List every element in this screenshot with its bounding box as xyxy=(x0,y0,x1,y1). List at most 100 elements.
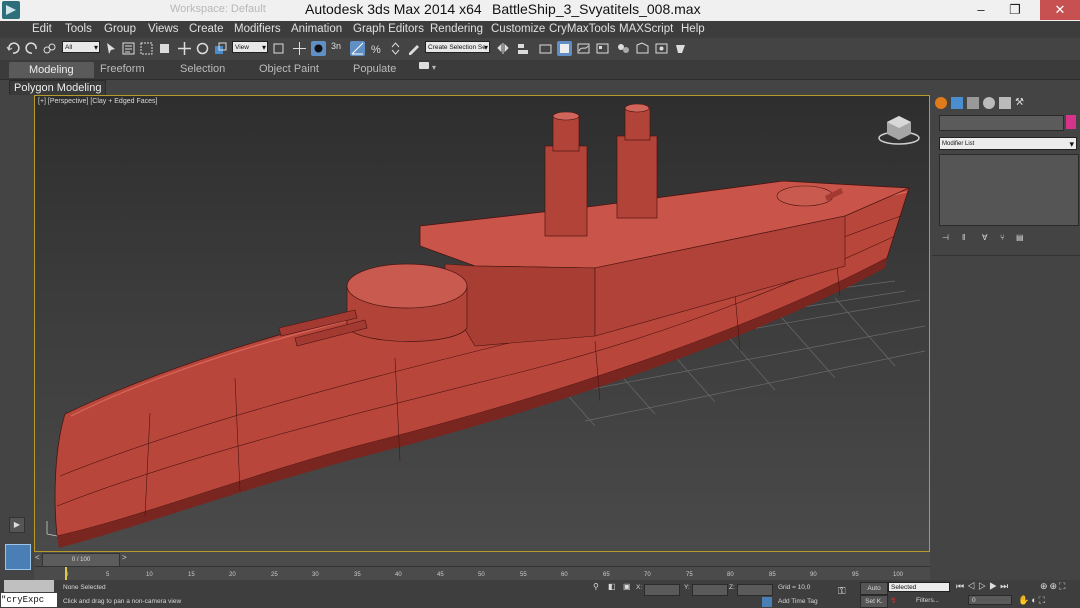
create-tab-icon[interactable] xyxy=(935,97,947,109)
zoom-controls[interactable]: ⊕⊕⛶ xyxy=(1040,581,1067,592)
key-icon[interactable]: ⚿ xyxy=(838,586,846,597)
menu-graph-editors[interactable]: Graph Editors xyxy=(353,23,424,35)
nav-controls[interactable]: ✋◐⛶ xyxy=(1018,595,1047,606)
time-tag-icon[interactable] xyxy=(762,597,772,607)
menu-create[interactable]: Create xyxy=(189,23,224,35)
viewcube-icon[interactable] xyxy=(878,116,920,145)
z-coordinate-field[interactable] xyxy=(737,584,773,596)
modify-tab-icon[interactable] xyxy=(951,97,963,109)
menu-help[interactable]: Help xyxy=(681,23,705,35)
set-key-button[interactable]: Set K. xyxy=(860,595,888,608)
select-by-name-icon[interactable] xyxy=(121,41,136,56)
isolate-icon[interactable]: ◧ xyxy=(608,582,616,591)
menu-views[interactable]: Views xyxy=(148,23,178,35)
menu-animation[interactable]: Animation xyxy=(291,23,342,35)
pivot-icon[interactable] xyxy=(271,41,286,56)
lock-selection-icon[interactable]: ⚲ xyxy=(593,582,599,591)
link-icon[interactable] xyxy=(42,41,57,56)
mirror-icon[interactable] xyxy=(496,41,511,56)
minimize-button[interactable]: – xyxy=(966,0,996,20)
selection-filter-dropdown[interactable]: All xyxy=(62,41,100,54)
show-end-result-icon[interactable]: ‖ xyxy=(962,233,965,242)
redo-icon[interactable] xyxy=(24,41,39,56)
tab-populate[interactable]: Populate xyxy=(353,63,396,75)
window-crossing-icon[interactable] xyxy=(157,41,172,56)
render-setup-icon[interactable] xyxy=(635,41,650,56)
time-slider[interactable]: 0 / 100 xyxy=(42,553,120,567)
prev-frame-icon[interactable]: < xyxy=(35,553,40,562)
layer-manager-icon[interactable] xyxy=(538,41,553,56)
add-time-tag[interactable]: Add Time Tag xyxy=(778,598,818,605)
menu-maxscript[interactable]: MAXScript xyxy=(619,23,673,35)
modifier-stack[interactable] xyxy=(939,154,1079,226)
close-button[interactable]: ✕ xyxy=(1040,0,1080,20)
next-frame-icon[interactable]: > xyxy=(122,553,127,562)
maxscript-input[interactable]: "cryExpc xyxy=(1,593,57,607)
menu-rendering[interactable]: Rendering xyxy=(430,23,483,35)
graphite-tools-icon[interactable] xyxy=(557,41,572,56)
menu-customize[interactable]: Customize xyxy=(491,23,545,35)
keyboard-shortcut-icon[interactable] xyxy=(311,41,326,56)
edit-named-selection-icon[interactable] xyxy=(407,41,422,56)
hierarchy-tab-icon[interactable] xyxy=(967,97,979,109)
tab-object-paint[interactable]: Object Paint xyxy=(259,63,319,75)
angle-snap-icon[interactable] xyxy=(350,41,365,56)
maxscript-listener-mini[interactable] xyxy=(4,580,54,592)
select-object-icon[interactable] xyxy=(104,41,119,56)
remove-modifier-icon[interactable]: ⑂ xyxy=(1000,233,1005,242)
modifier-list-dropdown[interactable]: Modifier List xyxy=(939,137,1077,151)
play-icon[interactable]: ▶ xyxy=(9,517,25,533)
utilities-tab-icon[interactable]: ⚒ xyxy=(1015,97,1027,109)
chevron-down-icon[interactable]: ▾ xyxy=(432,63,436,72)
x-coordinate-field[interactable] xyxy=(644,584,680,596)
object-color-swatch[interactable] xyxy=(1066,115,1076,129)
percent-snap-icon[interactable]: % xyxy=(369,41,384,56)
motion-tab-icon[interactable] xyxy=(983,97,995,109)
app-icon[interactable] xyxy=(2,1,20,19)
key-filter-dropdown[interactable]: Selected xyxy=(888,582,950,592)
auto-key-button[interactable]: Auto xyxy=(860,582,888,595)
snaps-toggle-icon[interactable]: 3n xyxy=(331,41,346,56)
track-bar[interactable]: 0 5 10 15 20 25 30 35 40 45 50 55 60 65 … xyxy=(34,566,930,581)
spinner-snap-icon[interactable] xyxy=(388,41,403,56)
key-filter-icon[interactable]: ↯ xyxy=(890,596,897,605)
absolute-mode-icon[interactable]: ▣ xyxy=(623,582,631,591)
schematic-view-icon[interactable] xyxy=(595,41,610,56)
select-manipulate-icon[interactable] xyxy=(292,41,307,56)
current-frame-field[interactable]: 0 xyxy=(968,595,1012,605)
menu-edit[interactable]: Edit xyxy=(32,23,52,35)
ribbon-options-icon[interactable] xyxy=(419,62,429,69)
battleship-model[interactable] xyxy=(54,103,910,548)
configure-sets-icon[interactable]: ▤ xyxy=(1016,233,1024,242)
named-selection-dropdown[interactable]: Create Selection Se xyxy=(425,41,490,54)
undo-icon[interactable] xyxy=(6,41,21,56)
maximize-button[interactable]: ❐ xyxy=(1000,0,1030,20)
ref-coord-dropdown[interactable]: View xyxy=(232,41,268,54)
curve-editor-icon[interactable] xyxy=(576,41,591,56)
rendered-frame-icon[interactable] xyxy=(654,41,669,56)
menu-tools[interactable]: Tools xyxy=(65,23,92,35)
viewport-layout-icon[interactable] xyxy=(5,544,31,570)
align-icon[interactable] xyxy=(516,41,531,56)
perspective-viewport[interactable]: [+] [Perspective] [Clay + Edged Faces] xyxy=(34,95,930,552)
make-unique-icon[interactable]: ∀ xyxy=(982,233,987,242)
menu-group[interactable]: Group xyxy=(104,23,136,35)
display-tab-icon[interactable] xyxy=(999,97,1011,109)
scale-icon[interactable] xyxy=(213,41,228,56)
rect-selection-icon[interactable] xyxy=(139,41,154,56)
material-editor-icon[interactable] xyxy=(616,41,631,56)
playback-controls[interactable]: ⏮◁▷▶⏭ xyxy=(956,581,1011,592)
pin-stack-icon[interactable]: ⊣ xyxy=(942,233,949,242)
move-icon[interactable] xyxy=(177,41,192,56)
object-name-field[interactable] xyxy=(939,115,1064,131)
render-production-icon[interactable] xyxy=(673,41,688,56)
filters-button[interactable]: Filters... xyxy=(916,597,939,604)
current-frame-marker[interactable] xyxy=(65,567,67,580)
tab-modeling[interactable]: Modeling xyxy=(9,62,94,78)
rotate-icon[interactable] xyxy=(195,41,210,56)
tab-selection[interactable]: Selection xyxy=(180,63,225,75)
tab-freeform[interactable]: Freeform xyxy=(100,63,145,75)
y-coordinate-field[interactable] xyxy=(692,584,728,596)
polygon-modeling-button[interactable]: Polygon Modeling xyxy=(9,80,107,96)
menu-crymaxtools[interactable]: CryMaxTools xyxy=(549,23,615,35)
